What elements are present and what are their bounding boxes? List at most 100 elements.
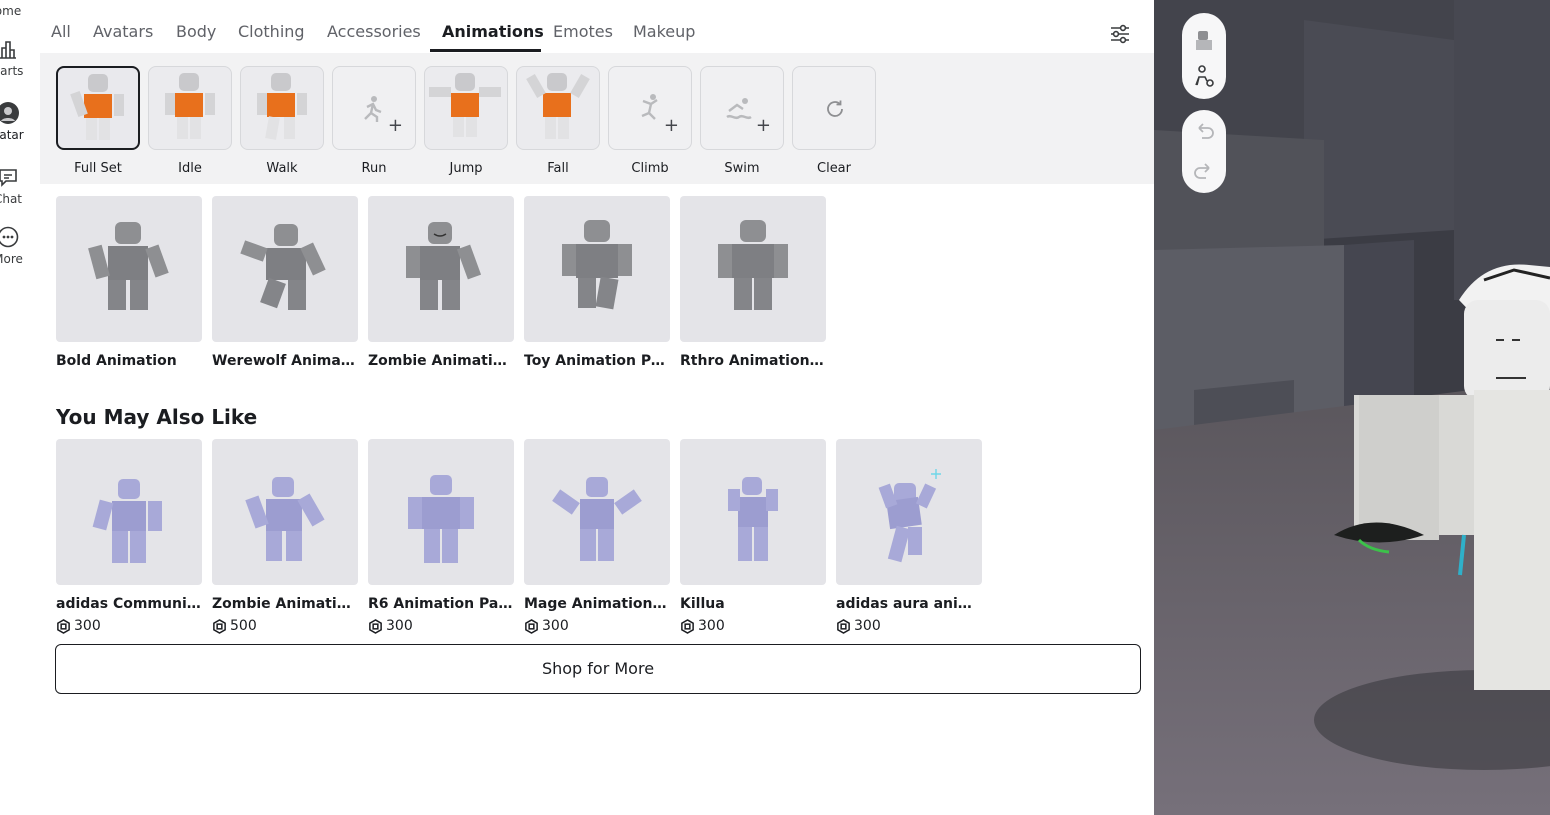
slot-full-set[interactable]: Full Set (56, 66, 140, 176)
slot-label: Jump (449, 161, 483, 176)
nav-charts[interactable]: harts (0, 38, 38, 78)
nav-home-label: ome (0, 4, 22, 18)
slot-thumbnail (56, 66, 140, 150)
shop-for-more-button[interactable]: Shop for More (55, 644, 1141, 694)
item-price: 300 (56, 618, 202, 634)
slot-thumbnail: + (700, 66, 784, 150)
refresh-icon (827, 100, 843, 117)
nav-more[interactable]: More (0, 226, 38, 266)
nav-chat-label: Chat (0, 192, 23, 206)
item-thumbnail (524, 196, 670, 342)
avatar-settings-icon[interactable] (1190, 63, 1218, 91)
item-title: Rthro Animation Pa... (680, 353, 826, 369)
slot-jump[interactable]: Jump (424, 66, 508, 176)
nav-avatar-label: vatar (0, 128, 24, 142)
item-title: adidas Community ... (56, 596, 202, 612)
nav-chat[interactable]: Chat (0, 166, 38, 206)
slot-run[interactable]: + Run (332, 66, 416, 176)
item-thumbnail (212, 439, 358, 585)
avatar-figure-icon (526, 73, 590, 139)
item-thumbnail (368, 439, 514, 585)
price-value: 300 (542, 618, 569, 634)
slot-swim[interactable]: + Swim (700, 66, 784, 176)
nav-home[interactable]: ome (0, 4, 38, 18)
tab-clothing[interactable]: Clothing (238, 22, 305, 41)
item-thumbnail (836, 439, 982, 585)
recommended-item-card[interactable]: adidas Community ... 300 (56, 439, 202, 634)
item-price: 300 (368, 618, 514, 634)
tab-avatars[interactable]: Avatars (93, 22, 153, 41)
slot-climb[interactable]: + Climb (608, 66, 692, 176)
owned-item-card[interactable]: Werewolf Animatio... (212, 196, 358, 369)
nav-avatar[interactable]: vatar (0, 102, 38, 142)
tab-animations[interactable]: Animations (442, 22, 544, 41)
slot-label: Walk (266, 161, 298, 176)
recommended-item-card[interactable]: Zombie Animation ... 500 (212, 439, 358, 634)
tab-accessories[interactable]: Accessories (327, 22, 421, 41)
item-price: 300 (836, 618, 982, 634)
item-title: Werewolf Animatio... (212, 353, 358, 369)
item-title: Zombie Animation ... (368, 353, 514, 369)
item-thumbnail (680, 196, 826, 342)
avatar-figure-icon (878, 469, 941, 563)
run-icon (364, 96, 382, 122)
more-icon (0, 226, 19, 248)
slot-idle[interactable]: Idle (148, 66, 232, 176)
recommended-item-card[interactable]: adidas aura animati... 300 (836, 439, 982, 634)
tab-all[interactable]: All (51, 22, 71, 41)
robux-icon (525, 618, 538, 634)
avatar-preview-icon[interactable] (1190, 25, 1218, 53)
avatar-viewport[interactable] (1154, 0, 1550, 815)
history-tools-pill (1182, 110, 1226, 193)
avatar-figure-icon (406, 222, 482, 310)
viewport-tools-pill (1182, 13, 1226, 99)
slot-label: Idle (178, 161, 202, 176)
slot-walk[interactable]: Walk (240, 66, 324, 176)
recommended-item-card[interactable]: Mage Animation Pa... 300 (524, 439, 670, 634)
avatar-figure-icon (562, 220, 632, 310)
item-title: Toy Animation Pack (524, 353, 670, 369)
slot-thumbnail: + (608, 66, 692, 150)
item-thumbnail (56, 439, 202, 585)
item-title: adidas aura animati... (836, 596, 982, 612)
owned-item-card[interactable]: Toy Animation Pack (524, 196, 670, 369)
avatar-figure-icon (240, 224, 326, 310)
owned-item-card[interactable]: Bold Animation (56, 196, 202, 369)
animation-slots: Full Set Idle Walk + Run Jump Fall + Cli… (40, 53, 1154, 184)
swim-icon (726, 98, 752, 120)
slot-clear[interactable]: Clear (792, 66, 876, 176)
avatar-figure-icon (245, 477, 325, 561)
item-title: Mage Animation Pa... (524, 596, 670, 612)
sliders-icon[interactable] (1108, 22, 1132, 46)
item-title: Zombie Animation ... (212, 596, 358, 612)
item-thumbnail (212, 196, 358, 342)
undo-icon[interactable] (1190, 118, 1218, 146)
slot-thumbnail (516, 66, 600, 150)
item-title: Bold Animation (56, 353, 177, 369)
slot-label: Climb (631, 161, 669, 176)
price-value: 300 (74, 618, 101, 634)
item-title: R6 Animation Pack (368, 596, 514, 612)
price-value: 300 (386, 618, 413, 634)
plus-icon: + (387, 115, 403, 136)
slot-fall[interactable]: Fall (516, 66, 600, 176)
avatar-figure-icon (728, 477, 778, 561)
item-price: 300 (524, 618, 670, 634)
tab-body[interactable]: Body (176, 22, 216, 41)
redo-icon[interactable] (1190, 158, 1218, 186)
avatar-figure-icon (718, 220, 788, 310)
nav-more-label: More (0, 252, 23, 266)
tab-makeup[interactable]: Makeup (633, 22, 695, 41)
slot-thumbnail: + (332, 66, 416, 150)
recommended-item-card[interactable]: Killua 300 (680, 439, 826, 634)
tab-emotes[interactable]: Emotes (553, 22, 613, 41)
item-thumbnail (680, 439, 826, 585)
plus-icon: + (755, 115, 771, 136)
robux-icon (681, 618, 694, 634)
owned-item-card[interactable]: Zombie Animation ... (368, 196, 514, 369)
recommended-item-card[interactable]: R6 Animation Pack 300 (368, 439, 514, 634)
robux-icon (369, 618, 382, 634)
slot-thumbnail (424, 66, 508, 150)
price-value: 300 (698, 618, 725, 634)
owned-item-card[interactable]: Rthro Animation Pa... (680, 196, 826, 369)
